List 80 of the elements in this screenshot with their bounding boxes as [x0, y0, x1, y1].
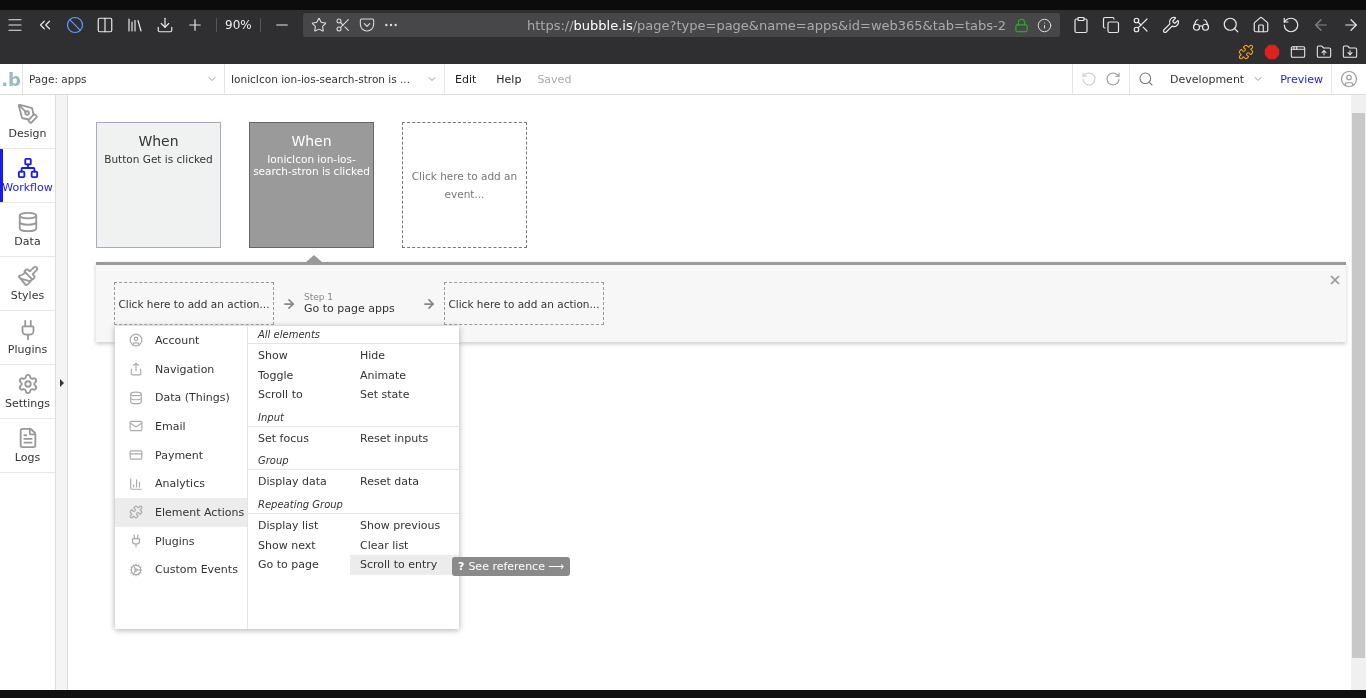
arrow-icon: [422, 296, 436, 311]
star-icon[interactable]: [310, 17, 327, 33]
save-status: Saved: [536, 72, 573, 86]
event-description: IonicIcon ion-ios-search-stron is clicked: [252, 153, 371, 177]
redo-icon[interactable]: [1105, 71, 1122, 87]
event-card[interactable]: When Button Get is clicked: [96, 122, 221, 248]
zoom-in-icon[interactable]: [186, 16, 204, 34]
lock-icon[interactable]: [1014, 17, 1029, 33]
menu-icon[interactable]: [6, 16, 24, 34]
sidebar-icon[interactable]: [96, 16, 114, 34]
menu-category[interactable]: Account: [115, 326, 247, 355]
url-bar[interactable]: https://bubble.is/page?type=page&name=apps&id=web365&tab=tabs-2: [302, 13, 1060, 37]
add-event-text: Click here to add an event...: [411, 169, 518, 202]
page-dropdown[interactable]: Page: apps: [22, 64, 224, 94]
forward-icon[interactable]: [1342, 16, 1360, 34]
section-title: Group: [248, 452, 459, 471]
action-step[interactable]: Step 1 Go to page apps: [304, 292, 414, 315]
puzzle-icon: [129, 505, 143, 520]
menu-item[interactable]: Help: [486, 72, 532, 86]
card-icon: [129, 448, 143, 463]
url-text[interactable]: https://bubble.is/page?type=page&name=apps&id=web365&tab=tabs-2: [527, 17, 1006, 33]
event-title: When: [290, 133, 333, 149]
sidebar-tab[interactable]: Styles: [0, 257, 55, 311]
expand-icon[interactable]: [59, 378, 64, 387]
event-description: Button Get is clicked: [103, 153, 214, 165]
chart-icon: [129, 476, 143, 491]
user-icon: [129, 333, 143, 348]
copy-icon[interactable]: [1102, 16, 1120, 34]
window-icon[interactable]: [1290, 44, 1306, 60]
section-title: All elements: [248, 326, 459, 344]
sidebar-tab[interactable]: Plugins: [0, 311, 55, 365]
avatar-icon[interactable]: [1340, 70, 1358, 88]
sidebar-tab[interactable]: Data: [0, 203, 55, 257]
sidebar-tab[interactable]: Design: [0, 95, 55, 149]
clipboard-icon[interactable]: [1072, 16, 1090, 34]
menu-item[interactable]: Edit: [445, 72, 487, 86]
block-icon[interactable]: [66, 16, 84, 34]
sitemap-icon: [16, 157, 39, 179]
mail-icon: [129, 419, 143, 434]
info-icon[interactable]: [1037, 17, 1052, 33]
library-icon[interactable]: [126, 16, 144, 34]
add-action-box[interactable]: Click here to add an action...: [114, 282, 274, 325]
undo-icon[interactable]: [1282, 16, 1300, 34]
wrench-icon[interactable]: [1162, 16, 1180, 34]
scissors-icon[interactable]: [1132, 16, 1150, 34]
scrollbar-thumb[interactable]: [1352, 113, 1365, 658]
section-title: Repeating Group: [248, 495, 459, 514]
section-title: Input: [248, 408, 459, 427]
back-icon[interactable]: [1312, 16, 1330, 34]
brush-icon: [16, 265, 39, 287]
action-item[interactable]: Scroll to entry: [350, 555, 459, 575]
stop-sign-icon[interactable]: [1264, 44, 1280, 60]
folder-down-icon[interactable]: [1342, 44, 1358, 60]
preview-link[interactable]: Preview: [1272, 64, 1331, 94]
gear-icon: [129, 562, 143, 577]
settings-icon: [16, 373, 39, 395]
download-icon[interactable]: [156, 16, 174, 34]
sidebar-tab[interactable]: Logs: [0, 419, 55, 473]
add-event-box[interactable]: Click here to add an event...: [402, 122, 527, 248]
search-icon[interactable]: [1222, 16, 1240, 34]
database-icon: [129, 390, 143, 405]
sidebar-tab[interactable]: Settings: [0, 365, 55, 419]
share-icon: [129, 362, 143, 377]
pocket-icon[interactable]: [358, 17, 375, 33]
event-title: When: [137, 133, 180, 149]
sidebar-tab[interactable]: Workflow: [0, 149, 55, 203]
plug-icon: [129, 534, 143, 549]
home-icon[interactable]: [1252, 16, 1270, 34]
element-dropdown[interactable]: IonicIcon ion-ios-search-stron is ...: [224, 64, 444, 94]
arrow-icon: [282, 296, 296, 311]
scissors-icon[interactable]: [334, 17, 351, 33]
extension-icon[interactable]: [1238, 44, 1254, 60]
add-action-box[interactable]: Click here to add an action...: [444, 282, 604, 325]
zoom-level[interactable]: 90%: [216, 18, 261, 32]
environment-dropdown[interactable]: Development: [1162, 64, 1273, 94]
folder-up-icon[interactable]: [1316, 44, 1332, 60]
menu-category[interactable]: Element Actions: [115, 498, 247, 527]
tool-icon: [16, 103, 39, 125]
database-icon: [16, 211, 39, 233]
close-icon[interactable]: [1328, 273, 1342, 287]
